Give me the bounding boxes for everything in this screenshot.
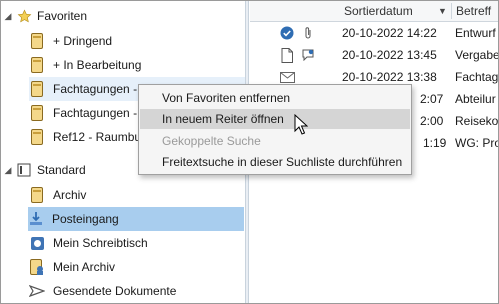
- context-menu: Von Favoriten entfernen In neuem Reiter …: [138, 84, 412, 175]
- favorite-item-dringend[interactable]: + Dringend: [29, 29, 118, 53]
- row-subject: WG: Pro: [455, 136, 498, 150]
- list-header: Sortierdatum ▼ Betreff: [250, 1, 498, 22]
- favorite-item-label: Fachtagungen - A: [53, 82, 148, 96]
- row-subject: Abteilur: [455, 92, 496, 106]
- row-subject: Fachtag: [455, 70, 498, 84]
- row-subject: Vergabe: [455, 48, 498, 62]
- row-date: 2:00: [420, 114, 444, 128]
- sidebar-item-label: Posteingang: [52, 212, 119, 226]
- favorite-item-fachtagungen-2[interactable]: Fachtagungen -: [29, 101, 143, 125]
- menu-item-remove-favorite[interactable]: Von Favoriten entfernen: [140, 88, 410, 108]
- row-subject: Reisekos: [455, 114, 498, 128]
- folder-icon: [29, 32, 45, 50]
- favorite-item-in-bearbeitung[interactable]: + In Bearbeitung: [29, 53, 147, 77]
- sent-arrow-icon: [29, 282, 45, 300]
- sidebar-item-label: Gesendete Dokumente: [53, 284, 177, 298]
- folder-icon: [29, 186, 45, 204]
- user-archive-icon: [29, 258, 45, 276]
- menu-item-open-new-tab[interactable]: In neuem Reiter öffnen: [140, 109, 410, 129]
- star-icon: [15, 7, 33, 25]
- favorite-item-label: + Dringend: [53, 34, 113, 48]
- table-row[interactable]: 20-10-2022 14:22 Entwurf: [250, 22, 498, 44]
- standard-section-header[interactable]: ◢ Standard: [1, 159, 86, 181]
- row-date: 20-10-2022 14:22: [342, 26, 437, 40]
- row-date: 1:19: [423, 136, 447, 150]
- row-date: 20-10-2022 13:38: [342, 70, 437, 84]
- sidebar-item-gesendete-dokumente[interactable]: Gesendete Dokumente: [29, 279, 182, 303]
- column-header-betreff[interactable]: Betreff: [456, 4, 491, 18]
- folder-icon: [29, 80, 45, 98]
- mouse-cursor-icon: [294, 114, 308, 135]
- favorite-item-label: + In Bearbeitung: [53, 58, 142, 72]
- favorites-section-header[interactable]: ◢ Favoriten: [1, 5, 88, 27]
- folder-icon: [29, 56, 45, 74]
- menu-item-fulltext-search[interactable]: Freitextsuche in dieser Suchliste durchf…: [140, 152, 410, 172]
- row-date: 20-10-2022 13:45: [342, 48, 437, 62]
- paperclip-icon: [302, 25, 314, 41]
- sidebar-item-archiv[interactable]: Archiv: [29, 183, 92, 207]
- sidebar-item-label: Mein Archiv: [53, 260, 116, 274]
- collapse-arrow-icon[interactable]: ◢: [1, 165, 15, 176]
- desk-icon: [29, 234, 45, 252]
- sidebar-item-posteingang[interactable]: Posteingang: [28, 207, 244, 231]
- envelope-icon: [279, 69, 295, 85]
- document-icon: [279, 47, 295, 63]
- inbox-download-icon: [28, 210, 44, 228]
- sidebar-item-mein-archiv[interactable]: Mein Archiv: [29, 255, 121, 279]
- sidebar-item-label: Archiv: [53, 188, 87, 202]
- sort-descending-icon[interactable]: ▼: [438, 6, 447, 16]
- favorites-label: Favoriten: [37, 9, 88, 23]
- folder-icon: [29, 104, 45, 122]
- checkmark-icon: [279, 25, 295, 41]
- menu-item-coupled-search: Gekoppelte Suche: [162, 134, 261, 148]
- column-header-sortierdatum[interactable]: Sortierdatum: [344, 4, 413, 18]
- standard-label: Standard: [37, 163, 86, 177]
- document-box-icon: [15, 161, 33, 179]
- sidebar-item-mein-schreibtisch[interactable]: Mein Schreibtisch: [29, 231, 154, 255]
- row-subject: Entwurf: [455, 26, 496, 40]
- comment-icon: [302, 47, 314, 63]
- collapse-arrow-icon[interactable]: ◢: [1, 11, 15, 22]
- favorite-item-label: Fachtagungen -: [53, 106, 138, 120]
- folder-icon: [29, 128, 45, 146]
- favorite-item-ref12[interactable]: Ref12 - Raumbu: [29, 125, 147, 149]
- sidebar-item-label: Mein Schreibtisch: [53, 236, 148, 250]
- table-row[interactable]: 20-10-2022 13:45 Vergabe: [250, 44, 498, 66]
- row-date: 2:07: [420, 92, 444, 106]
- column-separator[interactable]: [451, 3, 452, 19]
- favorite-item-label: Ref12 - Raumbu: [53, 130, 142, 144]
